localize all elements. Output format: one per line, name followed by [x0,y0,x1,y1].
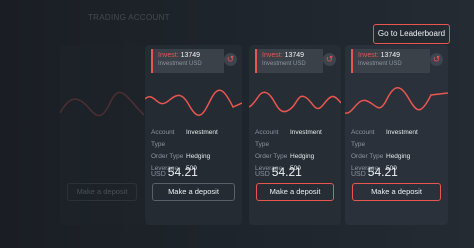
invest-sub-label: Investment USD [358,61,402,67]
currency: USD [151,171,166,178]
amount: 54.21 [167,165,198,179]
amount: 54.21 [271,165,302,179]
spec-value: Hedging [386,153,411,160]
spec-key: Account Type [351,129,375,148]
invest-sub-label: Investment USD [262,61,306,67]
spec-key: Order Type [351,153,384,160]
currency: USD [351,171,366,178]
sparkline-chart [145,89,242,116]
balance: USD 54.21 [351,165,398,179]
spec-value: Hedging [186,153,211,160]
deposit-button[interactable]: Make a deposit [352,183,441,201]
account-card: Invest: 13749 Investment USD ↺ Account T… [145,45,242,225]
spec-key: Order Type [151,153,184,160]
invest-value: 13749 [180,52,201,59]
invest-banner: Invest: 13749 Investment USD [151,49,224,73]
balance: USD 54.21 [151,165,198,179]
invest-value: 13749 [284,52,305,59]
invest-banner: Invest: 13749 Investment USD [255,49,323,73]
amount: 54.21 [367,165,398,179]
spec-key: Account Type [255,129,279,148]
deposit-button[interactable]: Make a deposit [67,183,137,201]
invest-label: Invest: [358,52,379,59]
currency: USD [255,171,270,178]
history-icon[interactable]: ↺ [430,53,443,66]
spec-value: Investment [386,129,418,136]
sparkline-chart [60,91,144,117]
deposit-button[interactable]: Make a deposit [152,183,235,201]
account-card: Invest: 13749 Investment USD ↺ Account T… [249,45,341,225]
spec-value: Investment [186,129,218,136]
deposit-button[interactable]: Make a deposit [256,183,334,201]
invest-value: 13749 [380,52,401,59]
invest-sub-label: Investment USD [158,61,202,67]
history-icon[interactable]: ↺ [224,53,237,66]
spec-key: Account Type [151,129,175,148]
spec-key: Order Type [255,153,288,160]
account-card: Invest: 13749 Investment USD ↺ Account T… [345,45,448,225]
spec-value: Hedging [290,153,315,160]
account-card-faded: Make a deposit [60,45,144,225]
balance: USD 54.21 [255,165,302,179]
sparkline-chart [249,91,341,113]
spec-value: Investment [290,129,322,136]
leaderboard-button[interactable]: Go to Leaderboard [373,24,450,44]
invest-label: Invest: [262,52,283,59]
invest-banner: Invest: 13749 Investment USD [351,49,430,73]
history-icon[interactable]: ↺ [323,53,336,66]
invest-label: Invest: [158,52,179,59]
page-title: TRADING ACCOUNT [88,13,170,22]
sparkline-chart [345,87,448,114]
